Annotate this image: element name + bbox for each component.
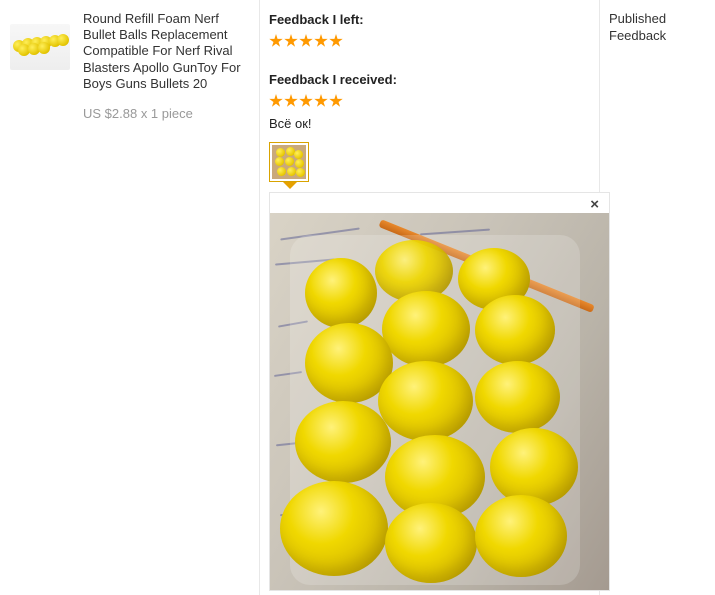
feedback-received-comment: Всё ок! [269, 116, 312, 131]
column-divider-1 [259, 0, 260, 595]
published-feedback-status: Published Feedback [609, 11, 667, 43]
star-icon [284, 94, 298, 107]
product-price: US $2.88 x 1 piece [83, 106, 193, 121]
photo-viewer: × [269, 192, 610, 591]
star-icon [299, 34, 313, 47]
star-icon [329, 94, 343, 107]
feedback-received-label: Feedback I received: [269, 72, 397, 87]
product-title-link[interactable]: Round Refill Foam Nerf Bullet Balls Repl… [83, 11, 253, 92]
star-icon [314, 94, 328, 107]
star-icon [314, 34, 328, 47]
feedback-photo-thumbnail[interactable] [269, 142, 309, 182]
star-icon [299, 94, 313, 107]
thumbnail-pointer-icon [283, 182, 297, 189]
star-icon [269, 34, 283, 47]
close-icon[interactable]: × [590, 196, 599, 214]
feedback-photo [270, 213, 609, 590]
feedback-left-label: Feedback I left: [269, 12, 364, 27]
star-icon [284, 34, 298, 47]
product-thumbnail[interactable] [10, 24, 70, 70]
feedback-received-stars [269, 94, 343, 108]
star-icon [329, 34, 343, 47]
star-icon [269, 94, 283, 107]
feedback-left-stars [269, 34, 343, 48]
